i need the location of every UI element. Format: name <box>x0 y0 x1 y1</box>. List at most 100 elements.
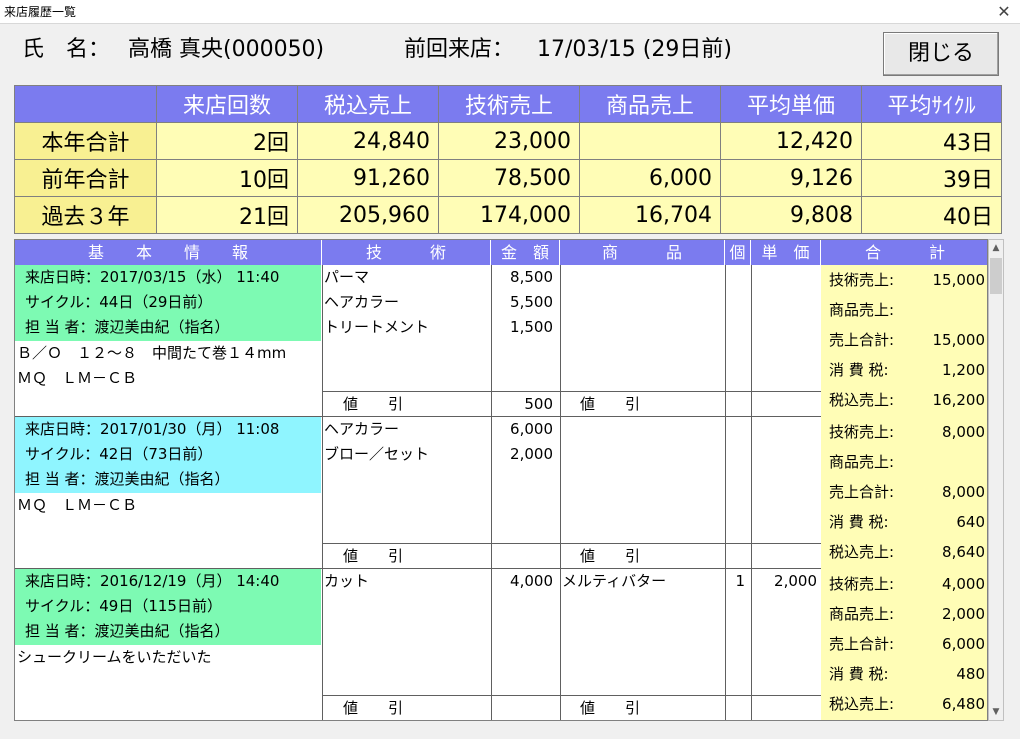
last-visit-value: 17/03/15 (29日前) <box>537 37 732 62</box>
summary-cell: 10回 <box>156 159 298 197</box>
total-label: 税込売上: <box>829 695 895 713</box>
tech-item-amount: 5,500 <box>510 293 553 311</box>
total-value: 6,000 <box>942 635 985 653</box>
total-label: 売上合計: <box>829 635 895 653</box>
visit-cycle-line: サイクル：42日（73日前） <box>25 445 213 463</box>
column-divider <box>751 417 752 569</box>
visit-record[interactable]: 来店日時：2017/03/15（水） 11:40 サイクル：44日（29日前） 担 … <box>15 265 987 417</box>
tech-item-amount: 8,500 <box>510 268 553 286</box>
product-discount-label: 値 引 <box>580 699 641 717</box>
grid-header-unit-price: 単 価 <box>751 240 821 265</box>
visit-date-line: 来店日時：2017/03/15（水） 11:40 <box>25 268 280 286</box>
total-label: 消 費 税: <box>829 665 889 683</box>
visit-history-grid[interactable]: 基 本 情 報 技 術 金 額 商 品 個 単 価 合 計 来店日時：2017/… <box>14 239 988 721</box>
column-divider <box>560 569 561 720</box>
tech-discount-label: 値 引 <box>343 699 404 717</box>
visit-totals: 技術売上: 8,000 商品売上: 売上合計: 8,000 消 費 税: 640 税込売上: 8… <box>821 417 987 569</box>
column-divider <box>491 569 492 720</box>
column-divider <box>322 417 323 569</box>
visit-note-line: ＭＱ ＬＭ－ＣＢ <box>17 369 138 387</box>
visit-totals: 技術売上: 4,000 商品売上: 2,000 売上合計: 6,000 消 費 税: 480 税… <box>821 569 987 720</box>
summary-col-tech-sales: 技術売上 <box>438 85 580 123</box>
total-label: 税込売上: <box>829 543 895 561</box>
total-line: 商品売上: <box>829 295 985 325</box>
grid-header-qty: 個 <box>725 240 751 265</box>
column-divider <box>560 265 561 417</box>
summary-cell: 24,840 <box>297 122 439 160</box>
product-qty: 1 <box>735 572 745 590</box>
column-divider <box>491 417 492 569</box>
tech-item-name: トリートメント <box>324 318 430 336</box>
column-divider <box>751 265 752 417</box>
last-visit-label: 前回来店： <box>404 37 515 62</box>
summary-cell: 43日 <box>861 122 1002 160</box>
summary-row-last-year: 前年合計 10回 91,260 78,500 6,000 9,126 39日 <box>14 159 1002 197</box>
tech-item-amount: 2,000 <box>510 445 553 463</box>
grid-header-basic: 基 本 情 報 <box>15 240 322 265</box>
total-value: 640 <box>956 513 985 531</box>
visit-note: Ｂ／Ｏ １２～８ 中間たて巻１４mm ＭＱ ＬＭ－ＣＢ <box>15 341 321 417</box>
column-divider <box>560 417 561 569</box>
summary-cell <box>579 122 721 160</box>
customer-name-label: 氏 名： <box>22 37 111 62</box>
total-label: 技術売上: <box>829 423 895 441</box>
visit-info: 来店日時：2017/03/15（水） 11:40 サイクル：44日（29日前） 担 … <box>15 265 321 341</box>
grid-header-total: 合 計 <box>821 240 987 265</box>
summary-cell: 23,000 <box>438 122 580 160</box>
summary-row-label: 前年合計 <box>14 159 157 197</box>
total-line: 税込売上: 6,480 <box>829 689 985 719</box>
grid-header-product: 商 品 <box>560 240 725 265</box>
summary-cell: 40日 <box>861 196 1002 234</box>
window-close-icon[interactable]: ✕ <box>992 0 1016 24</box>
summary-col-total-sales: 税込売上 <box>297 85 439 123</box>
visit-record[interactable]: 来店日時：2017/01/30（月） 11:08 サイクル：42日（73日前） 担 … <box>15 417 987 569</box>
summary-col-product-sales: 商品売上 <box>579 85 721 123</box>
column-divider <box>322 569 323 720</box>
total-label: 商品売上: <box>829 453 895 471</box>
total-label: 技術売上: <box>829 575 895 593</box>
column-divider <box>725 265 726 417</box>
summary-cell: 174,000 <box>438 196 580 234</box>
product-name: メルティバター <box>562 572 667 590</box>
summary-cell: 9,126 <box>720 159 862 197</box>
product-unit-price: 2,000 <box>774 572 817 590</box>
total-label: 技術売上: <box>829 271 895 289</box>
grid-scrollbar[interactable]: ▲ ▼ <box>988 239 1004 721</box>
total-value: 16,200 <box>932 391 986 409</box>
close-button[interactable]: 閉じる <box>883 32 999 76</box>
summary-cell: 2回 <box>156 122 298 160</box>
summary-header-row: 来店回数 税込売上 技術売上 商品売上 平均単価 平均ｻｲｸﾙ <box>14 85 1002 123</box>
visit-note: シュークリームをいただいた <box>15 645 321 720</box>
total-line: 商品売上: 2,000 <box>829 599 985 629</box>
visit-staff-line: 担 当 者：渡辺美由紀（指名） <box>25 470 230 488</box>
visit-totals: 技術売上: 15,000 商品売上: 売上合計: 15,000 消 費 税: 1,200 税込… <box>821 265 987 417</box>
total-label: 消 費 税: <box>829 513 889 531</box>
summary-col-avg-price: 平均単価 <box>720 85 862 123</box>
total-label: 商品売上: <box>829 301 895 319</box>
window-title: 来店履歴一覧 <box>4 5 77 19</box>
summary-corner <box>14 85 157 123</box>
tech-item-name: ヘアカラー <box>324 420 400 438</box>
visit-info: 来店日時：2017/01/30（月） 11:08 サイクル：42日（73日前） 担 … <box>15 417 321 493</box>
total-value: 8,640 <box>942 543 985 561</box>
summary-col-visits: 来店回数 <box>156 85 298 123</box>
grid-header-tech: 技 術 <box>322 240 491 265</box>
scroll-up-icon[interactable]: ▲ <box>989 240 1003 256</box>
total-label: 商品売上: <box>829 605 895 623</box>
scroll-down-icon[interactable]: ▼ <box>989 704 1003 720</box>
total-value: 15,000 <box>932 331 986 349</box>
scroll-thumb[interactable] <box>990 258 1002 294</box>
tech-item-amount: 4,000 <box>510 572 553 590</box>
summary-row-this-year: 本年合計 2回 24,840 23,000 12,420 43日 <box>14 122 1002 160</box>
column-divider <box>725 569 726 720</box>
window-titlebar: 来店履歴一覧 ✕ <box>0 0 1020 24</box>
visit-cycle-line: サイクル：44日（29日前） <box>25 293 213 311</box>
summary-cell: 16,704 <box>579 196 721 234</box>
visit-record[interactable]: 来店日時：2016/12/19（月） 14:40 サイクル：49日（115日前） 担… <box>15 569 987 720</box>
total-line: 売上合計: 15,000 <box>829 325 985 355</box>
total-line: 売上合計: 8,000 <box>829 477 985 507</box>
tech-item-name: パーマ <box>324 268 370 286</box>
total-line: 技術売上: 15,000 <box>829 265 985 295</box>
visit-note-line: ＭＱ ＬＭ－ＣＢ <box>17 496 138 514</box>
visit-cycle-line: サイクル：49日（115日前） <box>25 597 222 615</box>
